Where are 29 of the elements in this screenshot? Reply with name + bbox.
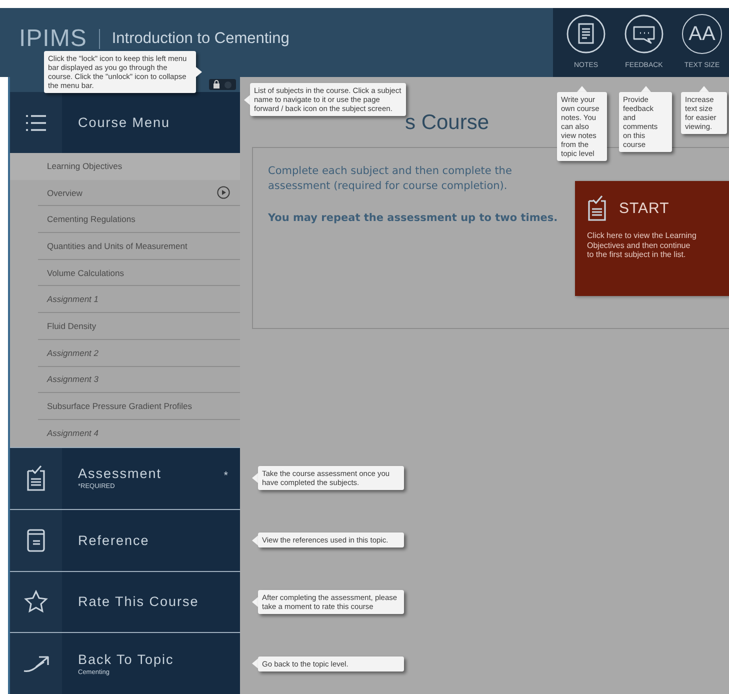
lock-icon [213,80,220,89]
course-title: Introduction to Cementing [112,30,290,48]
subject-item[interactable]: Overview [38,180,240,206]
menu-item-title: Rate This Course [78,594,199,610]
menu-item-title: Reference [78,532,150,548]
subject-item[interactable]: Assignment 4 [38,420,240,447]
play-circle-icon [217,186,230,200]
start-button[interactable]: START Click here to view the Learning Objectives and then continue to the first subject in the list. [575,181,729,296]
lock-toggle[interactable] [209,79,236,90]
page-title: s Course [405,111,490,136]
note-text: You may repeat the assessment up to two times. [268,212,559,224]
nav-menu-item[interactable]: Reference [10,510,240,570]
subject-item[interactable]: Learning Objectives [10,153,240,180]
curved-arrow-icon [22,654,50,674]
toggle-knob-icon [224,80,232,88]
list-icon [25,114,47,132]
menu-item-title: Assessment [78,466,162,482]
star-icon [24,590,48,614]
text-size-icon: AA [682,14,722,54]
clipboard-check-icon [26,465,46,492]
chat-bubble-icon [624,14,664,54]
notes-icon [566,14,606,54]
nav-menu-item[interactable]: Rate This Course [10,572,240,632]
intro-text: Complete each subject and then complete the assessment (required for course completion). [268,164,513,194]
menu-item-title: Back To Topic [78,652,174,667]
logo: IPIMS [19,24,87,52]
document-icon [27,528,45,552]
clipboard-check-icon [587,195,607,221]
required-marker: * [224,470,228,482]
